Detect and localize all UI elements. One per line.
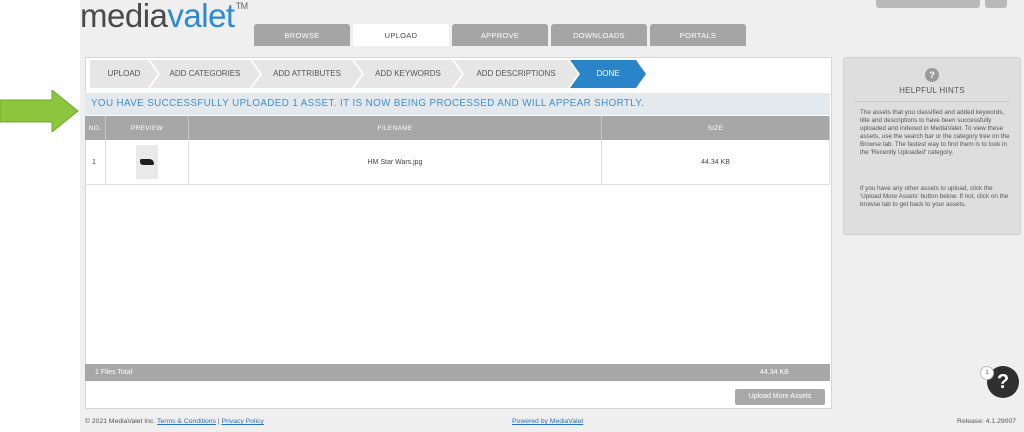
table-row[interactable]: 1 HM Star Wars.jpg 44.34 KB [85,140,830,185]
step-add-attributes: ADD ATTRIBUTES [252,60,362,88]
asset-thumbnail[interactable] [136,145,158,179]
tab-browse[interactable]: BROWSE [254,24,350,46]
table-header-row: NO. PREVIEW FILENAME SIZE [85,116,830,140]
files-total-label: 1 Files Total [95,369,133,376]
files-total-size: 44.34 KB [760,369,789,376]
hints-paragraph-1: The assets that you classified and added… [860,109,1010,156]
tab-upload[interactable]: UPLOAD [353,24,449,46]
files-total-bar: 1 Files Total 44.34 KB [85,364,830,381]
terms-link[interactable]: Terms & Conditions [157,418,216,425]
helpful-hints-panel: ? HELPFUL HINTS The assets that you clas… [843,57,1021,235]
footer-left: © 2021 MediaValet Inc. Terms & Condition… [85,418,264,425]
footer-separator: | [217,418,220,425]
step-add-descriptions: ADD DESCRIPTIONS [454,60,578,88]
privacy-link[interactable]: Privacy Policy [222,418,264,425]
step-add-keywords: ADD KEYWORDS [354,60,462,88]
release-version: Release: 4.1.29007 [957,418,1016,425]
question-icon: ? [925,68,939,82]
upload-steps: UPLOAD ADD CATEGORIES ADD ATTRIBUTES ADD… [90,60,638,88]
top-search-bar[interactable] [876,0,980,8]
tab-portals[interactable]: PORTALS [650,24,746,46]
green-arrow-icon [0,90,79,132]
column-header-size[interactable]: SIZE [601,116,830,140]
powered-by-link[interactable]: Powered by MediaValet [512,418,583,425]
mediavalet-logo[interactable]: mediavaletTM [80,0,248,42]
tab-downloads[interactable]: DOWNLOADS [551,24,647,46]
column-header-preview: PREVIEW [105,116,189,140]
preview-cell [105,140,189,185]
hints-divider [854,101,1010,102]
help-notification-badge: 1 [980,366,994,380]
main-tabs: BROWSE UPLOAD APPROVE DOWNLOADS PORTALS [254,24,746,46]
tab-approve[interactable]: APPROVE [452,24,548,46]
column-header-filename[interactable]: FILENAME [188,116,602,140]
hints-title: HELPFUL HINTS [899,86,965,95]
column-header-no: NO. [85,116,106,140]
top-search-button[interactable] [985,0,1007,8]
step-add-categories: ADD CATEGORIES [150,60,260,88]
upload-more-assets-button[interactable]: Upload More Assets [735,389,825,405]
step-upload: UPLOAD [90,60,158,88]
filename-cell: HM Star Wars.jpg [188,140,602,185]
step-done: DONE [570,60,646,88]
uploaded-assets-table: NO. PREVIEW FILENAME SIZE 1 HM Star Wars… [85,116,830,185]
size-cell: 44.34 KB [601,140,830,185]
row-number: 1 [85,140,106,185]
hints-paragraph-2: If you have any other assets to upload, … [860,185,1009,208]
copyright-text: © 2021 MediaValet Inc. [85,418,156,425]
success-message: YOU HAVE SUCCESSFULLY UPLOADED 1 ASSET. … [85,93,830,115]
